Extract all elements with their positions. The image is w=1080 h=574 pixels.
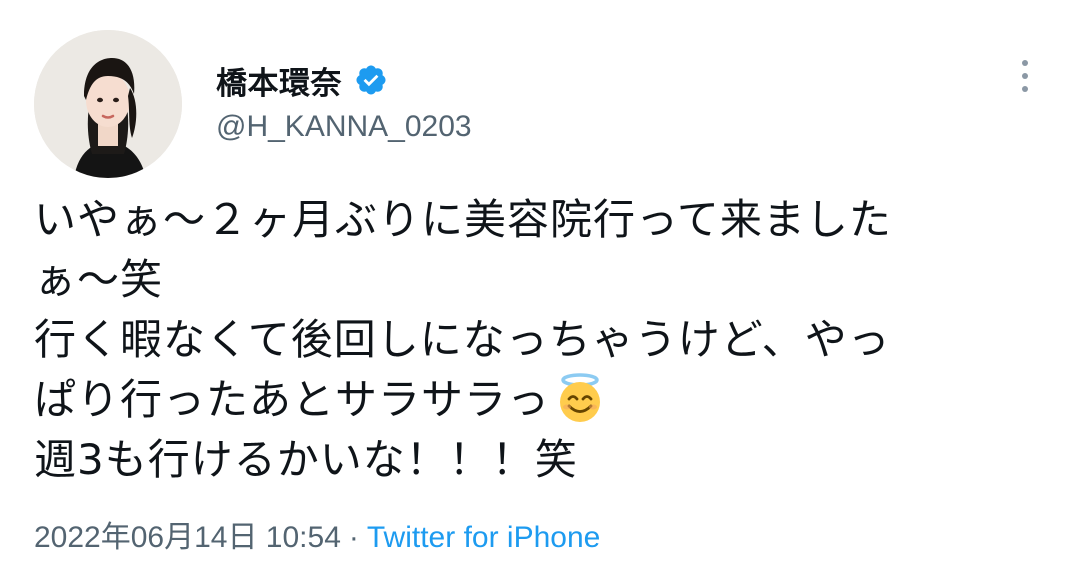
- more-dot-icon: [1022, 86, 1028, 92]
- display-name[interactable]: 橋本環奈: [216, 58, 342, 103]
- author-handle[interactable]: @H_KANNA_0203: [216, 110, 472, 144]
- tweet-line: ぁ〜笑: [34, 255, 164, 304]
- verified-badge-icon: [356, 65, 386, 95]
- avatar[interactable]: [34, 30, 182, 178]
- tweet-timestamp[interactable]: 2022年06月14日 10:54: [34, 521, 341, 554]
- tweet-text: いやぁ〜２ヶ月ぶりに美容院行って来ました ぁ〜笑 行く暇なくて後回しになっちゃう…: [34, 190, 1024, 490]
- meta-separator: ·: [348, 521, 359, 554]
- tweet-line: 週3も行けるかいな！！！笑: [34, 435, 578, 484]
- avatar-photo: [34, 30, 182, 178]
- more-dot-icon: [1022, 73, 1028, 79]
- tweet-source-link[interactable]: Twitter for iPhone: [367, 521, 600, 554]
- tweet-line-with-emoji: ぱり行ったあとサラサラっ: [34, 370, 1024, 430]
- more-dot-icon: [1022, 60, 1028, 66]
- author-name-row[interactable]: 橋本環奈: [216, 56, 388, 104]
- tweet-line: ぱり行ったあとサラサラっ: [34, 375, 551, 424]
- more-options-button[interactable]: [1008, 56, 1042, 96]
- tweet-meta: 2022年06月14日 10:54 · Twitter for iPhone: [34, 512, 600, 556]
- tweet-line: いやぁ〜２ヶ月ぶりに美容院行って来ました: [34, 195, 892, 244]
- smiling-face-with-halo-icon: [560, 373, 601, 422]
- tweet-line: 行く暇なくて後回しになっちゃうけど、やっ: [34, 315, 891, 364]
